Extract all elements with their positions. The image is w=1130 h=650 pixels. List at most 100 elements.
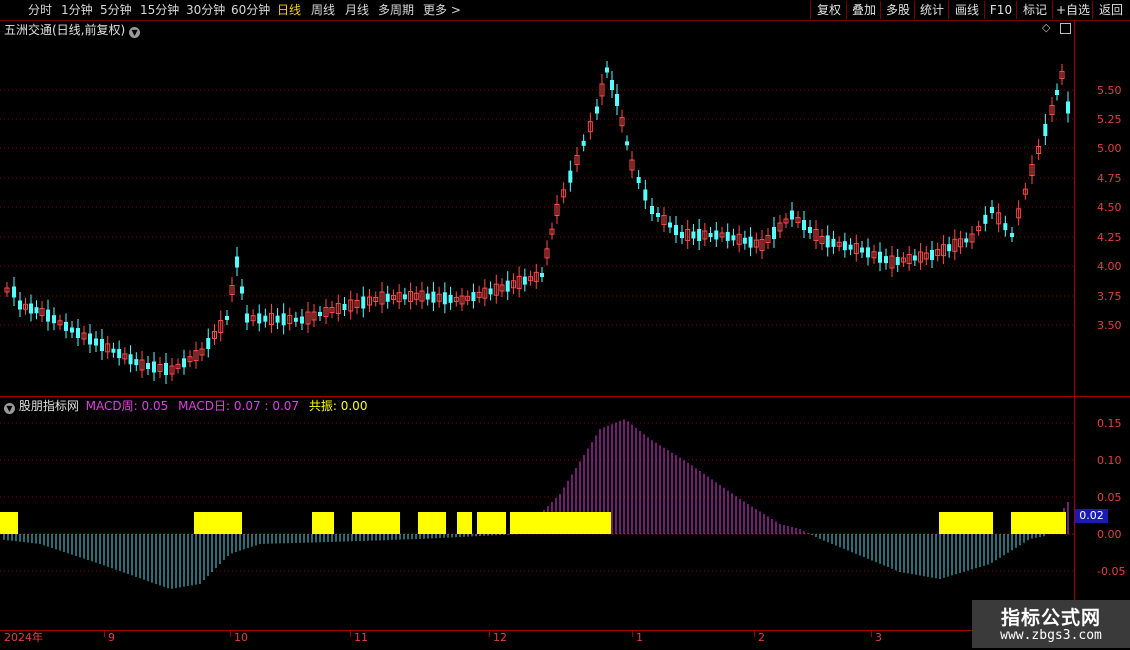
candle-body xyxy=(300,316,304,324)
macd-day-value: 0.07 xyxy=(233,399,261,413)
candle-body xyxy=(471,292,476,302)
candle-body xyxy=(263,315,268,322)
macd-week-label: MACD周: xyxy=(85,399,138,413)
candle-body xyxy=(293,317,298,322)
macd-tick: 0.15 xyxy=(1097,417,1122,430)
candle-body xyxy=(245,313,249,323)
date-label: 2 xyxy=(758,631,765,644)
macd-tick: 0.10 xyxy=(1097,454,1122,467)
candle-body xyxy=(46,309,50,322)
candle-body xyxy=(505,280,510,292)
resonance-block xyxy=(457,512,472,534)
candle-body xyxy=(860,247,864,253)
candle-body xyxy=(697,229,702,241)
candle-body xyxy=(164,363,168,375)
candle-body xyxy=(947,244,952,252)
candle-body xyxy=(1066,101,1070,114)
candle-body xyxy=(731,235,736,241)
candle-body xyxy=(643,189,648,201)
price-tick: 5.00 xyxy=(1097,142,1122,155)
candle-body xyxy=(88,333,92,345)
price-tick: 4.75 xyxy=(1097,172,1122,185)
candle-body xyxy=(808,227,812,233)
candle-body xyxy=(912,255,917,261)
candle-body xyxy=(182,358,186,368)
candle-body xyxy=(146,363,150,369)
resonance-block xyxy=(418,512,446,534)
candle-body xyxy=(581,140,586,146)
candle-body xyxy=(668,222,672,228)
watermark-title: 指标公式网 xyxy=(1000,607,1101,629)
candle-body xyxy=(402,294,407,300)
price-tick: 4.50 xyxy=(1097,201,1122,214)
candle-body xyxy=(34,307,39,314)
y-axis-line xyxy=(1074,20,1075,631)
date-label: 9 xyxy=(108,631,115,644)
resonance-block xyxy=(0,512,18,534)
date-label: 2024年 xyxy=(4,631,43,644)
candle-body xyxy=(595,106,599,114)
candle-body xyxy=(848,244,853,250)
price-tick: 4.25 xyxy=(1097,231,1122,244)
candle-body xyxy=(134,359,139,366)
candle-body xyxy=(342,304,347,310)
candle-body xyxy=(52,315,56,324)
macd-week-value: 0.05 xyxy=(141,399,169,413)
candle-body xyxy=(522,276,527,285)
candle-body xyxy=(1003,223,1008,231)
candle-body xyxy=(117,349,122,359)
candle-body xyxy=(152,361,156,373)
date-tick xyxy=(350,630,351,637)
candle-body xyxy=(742,237,747,244)
candle-body xyxy=(708,233,713,237)
resonance-block xyxy=(352,512,400,534)
candle-body xyxy=(64,321,68,331)
watermark-url: www.zbgs3.com xyxy=(1000,628,1102,643)
candle-body xyxy=(656,213,660,217)
date-tick xyxy=(104,630,105,637)
candle-body xyxy=(1043,124,1048,136)
candle-body xyxy=(674,225,678,235)
candle-body xyxy=(318,312,322,316)
resonance-block xyxy=(194,512,242,534)
price-tick: 5.50 xyxy=(1097,84,1122,97)
candle-body xyxy=(361,296,366,309)
candle-body xyxy=(615,94,619,106)
candle-body xyxy=(714,230,719,240)
candle-body xyxy=(257,313,262,324)
resonance-value: 0.00 xyxy=(340,399,368,413)
chevron-down-icon[interactable]: ▼ xyxy=(4,403,15,414)
candle-body xyxy=(625,141,629,146)
resonance-block xyxy=(510,512,611,534)
date-label: 10 xyxy=(234,631,248,644)
candle-body xyxy=(866,247,870,258)
macd-tick: -0.05 xyxy=(1097,565,1126,578)
candle-body xyxy=(680,232,684,238)
candle-body xyxy=(425,293,430,300)
candle-body xyxy=(206,338,211,349)
price-tick: 4.00 xyxy=(1097,260,1122,273)
candle-body xyxy=(431,291,436,303)
price-tick: 3.50 xyxy=(1097,319,1122,332)
resonance-block xyxy=(1011,512,1066,534)
candle-body xyxy=(94,338,98,346)
candle-body xyxy=(225,316,229,320)
candle-body xyxy=(385,293,390,302)
date-axis-line xyxy=(0,630,1130,631)
resonance-block xyxy=(312,512,334,534)
candle-body xyxy=(831,238,836,247)
macd-tick: 0.00 xyxy=(1097,528,1122,541)
candle-body xyxy=(70,327,74,333)
price-tick: 5.25 xyxy=(1097,113,1122,126)
date-label: 1 xyxy=(636,631,643,644)
candle-body xyxy=(568,170,573,183)
candle-body xyxy=(240,286,244,294)
macd-day-label: MACD日: xyxy=(178,399,231,413)
date-tick xyxy=(632,630,633,637)
candle-body xyxy=(895,257,900,265)
candle-body xyxy=(878,251,882,263)
candle-body xyxy=(748,236,753,248)
candle-body xyxy=(802,220,806,230)
candle-body xyxy=(235,256,239,268)
candle-body xyxy=(691,231,696,239)
